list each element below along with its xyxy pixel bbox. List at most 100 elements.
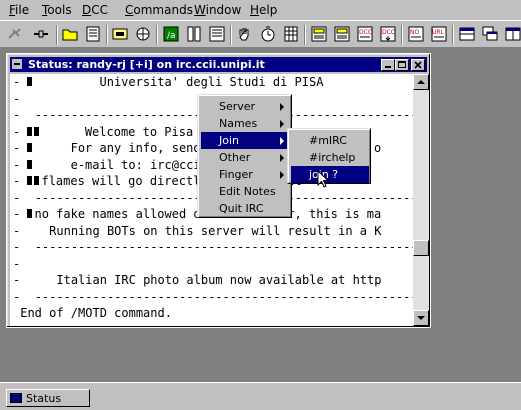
hand-icon[interactable] bbox=[236, 25, 254, 43]
maximize-button[interactable] bbox=[395, 59, 409, 71]
ql-icon[interactable]: NO bbox=[407, 25, 425, 43]
line-prefix: - bbox=[13, 124, 21, 139]
menu-item-label: #irchelp bbox=[309, 151, 356, 164]
status-window-title: Status: randy-rj [+i] on irc.ccii.unipi.… bbox=[28, 58, 265, 71]
svg-text:NO: NO bbox=[410, 29, 419, 36]
submenu-arrow-icon bbox=[280, 137, 284, 145]
menu-item-join[interactable]: Join bbox=[201, 132, 290, 149]
system-menu-icon[interactable] bbox=[12, 59, 22, 69]
control-char-block bbox=[27, 159, 33, 169]
toolbar-separator bbox=[56, 25, 58, 45]
status-line: - Universita' degli Studi di PISA bbox=[13, 76, 323, 89]
control-char-block bbox=[27, 126, 33, 136]
line-prefix: - bbox=[13, 190, 21, 205]
menu-item-label: Edit Notes bbox=[219, 185, 276, 198]
toolbar-separator bbox=[156, 25, 158, 45]
status-line: - bbox=[13, 257, 27, 271]
svg-text:DCC: DCC bbox=[382, 29, 395, 36]
menu-item-quit-irc[interactable]: Quit IRC bbox=[201, 200, 290, 217]
minimize-button[interactable] bbox=[381, 59, 395, 71]
menu-item-label: #mIRC bbox=[309, 134, 347, 147]
line-prefix: - bbox=[13, 108, 21, 122]
toolbar: /a DCC DCC NO URL bbox=[0, 20, 521, 48]
menu-item-finger[interactable]: Finger bbox=[201, 166, 290, 183]
dcc-chat-icon[interactable]: DCC bbox=[356, 25, 374, 43]
toolbar-separator bbox=[304, 25, 306, 45]
line-prefix: - bbox=[13, 141, 21, 155]
line-prefix: - bbox=[13, 75, 21, 89]
aliases-icon[interactable] bbox=[310, 25, 328, 43]
toolbar-separator bbox=[230, 25, 232, 45]
status-line: End of /MOTD command. bbox=[13, 307, 172, 320]
channel-list-icon[interactable] bbox=[111, 25, 129, 43]
status-line: - Running BOTs on this server will resul… bbox=[13, 223, 382, 238]
toolbar-separator bbox=[452, 25, 454, 45]
menu-commands[interactable]: Commands bbox=[125, 3, 193, 17]
submenu-arrow-icon bbox=[280, 154, 284, 162]
channels-icon[interactable] bbox=[134, 25, 152, 43]
edit-icon[interactable]: /a bbox=[162, 25, 180, 43]
menu-window[interactable]: Window bbox=[194, 3, 241, 17]
scroll-thumb[interactable] bbox=[413, 240, 429, 256]
svg-text:/a: /a bbox=[167, 31, 176, 41]
minimized-windows-bar: Status bbox=[0, 382, 521, 410]
line-prefix: - bbox=[13, 91, 21, 106]
toolbar-separator bbox=[401, 25, 403, 45]
menu-item-names[interactable]: Names bbox=[201, 115, 290, 132]
menu-item-mirc[interactable]: #mIRC bbox=[291, 132, 369, 149]
submenu-arrow-icon bbox=[280, 171, 284, 179]
mouse-cursor-icon bbox=[317, 170, 330, 188]
scroll-down-button[interactable] bbox=[413, 310, 429, 326]
cascade-icon[interactable] bbox=[481, 25, 499, 43]
line-text: Universita' degli Studi di PISA bbox=[34, 75, 324, 89]
menu-help[interactable]: Help bbox=[250, 3, 277, 17]
menu-dcc[interactable]: DCC bbox=[82, 3, 108, 17]
line-prefix: - bbox=[13, 223, 21, 238]
disconnect-icon[interactable] bbox=[32, 25, 50, 43]
folder-icon[interactable] bbox=[61, 25, 79, 43]
control-char-block bbox=[34, 126, 40, 136]
colors-icon[interactable] bbox=[185, 25, 203, 43]
line-text: End of /MOTD command. bbox=[20, 306, 172, 320]
line-text: Running BOTs on this server will result … bbox=[27, 223, 382, 238]
menu-item-edit-notes[interactable]: Edit Notes bbox=[201, 183, 290, 200]
dcc-send-icon[interactable]: DCC bbox=[379, 25, 397, 43]
connect-icon[interactable] bbox=[6, 25, 24, 43]
line-prefix: - bbox=[13, 323, 20, 326]
menu-item-label: Quit IRC bbox=[219, 202, 264, 215]
menu-item-label: Other bbox=[219, 151, 251, 164]
menu-bar: File Tools DCC Commands Window Help bbox=[0, 0, 521, 20]
timer-icon[interactable] bbox=[259, 25, 277, 43]
toolbar-separator bbox=[106, 25, 108, 45]
control-char-block bbox=[27, 77, 33, 86]
minimized-status-button[interactable]: Status bbox=[6, 389, 90, 407]
menu-item-other[interactable]: Other bbox=[201, 149, 290, 166]
control-char-block bbox=[27, 209, 33, 218]
status-window-titlebar[interactable]: Status: randy-rj [+i] on irc.ccii.unipi.… bbox=[10, 57, 427, 72]
menu-item-server[interactable]: Server bbox=[201, 98, 290, 115]
tile-horizontal-icon[interactable] bbox=[458, 25, 476, 43]
line-prefix: - bbox=[13, 157, 21, 172]
url-icon[interactable]: URL bbox=[430, 25, 448, 43]
control-char-block bbox=[27, 143, 33, 152]
notify-icon[interactable] bbox=[208, 25, 226, 43]
minimized-status-label: Status bbox=[26, 392, 62, 405]
address-book-icon[interactable] bbox=[84, 25, 102, 43]
menu-tools[interactable]: Tools bbox=[42, 3, 72, 17]
menu-item-irchelp[interactable]: #irchelp bbox=[291, 149, 369, 166]
line-prefix: - bbox=[13, 174, 21, 188]
tile-vertical-icon[interactable] bbox=[504, 25, 521, 43]
scroll-up-button[interactable] bbox=[413, 74, 429, 90]
status-line: - --------------------------------------… bbox=[13, 241, 413, 254]
menu-file[interactable]: File bbox=[9, 3, 29, 17]
vertical-scrollbar[interactable] bbox=[413, 74, 429, 326]
grid-icon[interactable] bbox=[282, 25, 300, 43]
status-line: - bbox=[13, 323, 27, 326]
menu-item-label: Join bbox=[219, 134, 240, 147]
submenu-arrow-icon bbox=[280, 103, 284, 111]
status-line: - Italian IRC photo album now available … bbox=[13, 274, 381, 287]
svg-text:URL: URL bbox=[432, 29, 445, 36]
close-button[interactable] bbox=[411, 59, 425, 71]
popups-icon[interactable] bbox=[333, 25, 351, 43]
line-text: ----------------------------------------… bbox=[27, 289, 413, 304]
